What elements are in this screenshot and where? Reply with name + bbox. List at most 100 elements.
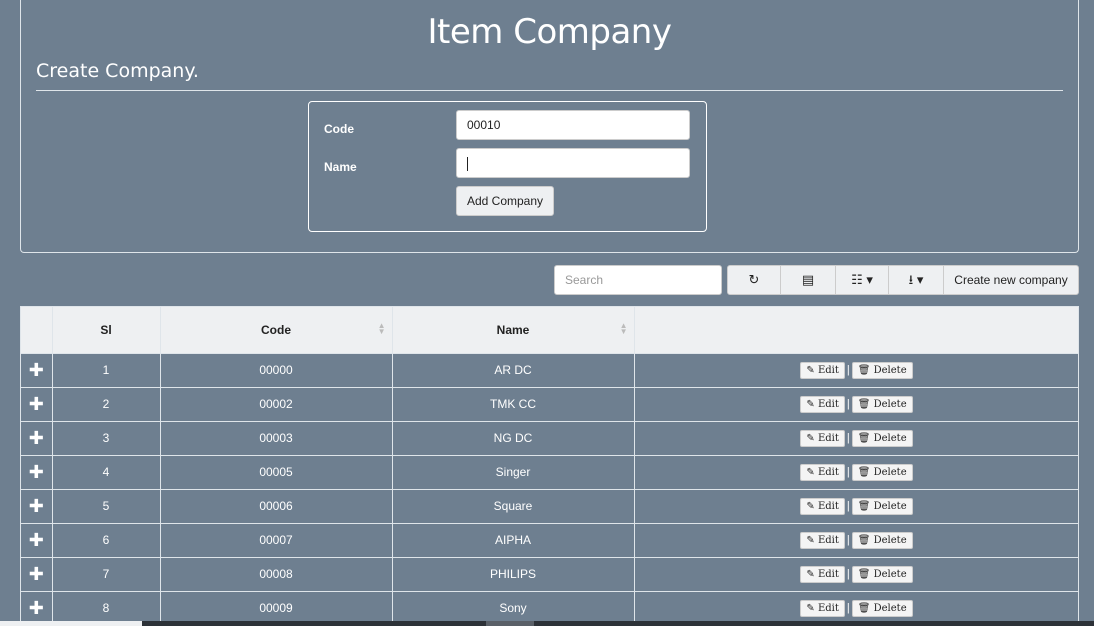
scrollbar-thumb[interactable] [486,621,534,626]
edit-label: Edit [817,466,839,478]
column-header-code[interactable]: Code ▲ ▼ [160,307,393,353]
cell-actions: ✎ Edit | 🗑 Delete [634,522,1078,557]
section-subtitle: Create Company. [36,60,199,82]
table-row: ✚ 4 00005 Singer ✎ Edit | 🗑 Delete [21,454,1078,489]
export-dropdown-button[interactable]: ⭳ ▾ [888,265,944,295]
cell-sl: 8 [52,590,161,625]
edit-button[interactable]: ✎ Edit [800,497,845,515]
delete-label: Delete [873,432,907,444]
expand-row-button[interactable]: ✚ [21,420,53,455]
delete-button[interactable]: 🗑 Delete [851,463,913,481]
plus-icon: ✚ [28,495,44,516]
name-label: Name [324,160,357,174]
edit-label: Edit [817,500,839,512]
delete-button[interactable]: 🗑 Delete [851,497,913,515]
trash-icon: 🗑 [857,364,871,376]
action-separator: | [846,397,850,410]
trash-icon: 🗑 [857,398,871,410]
edit-label: Edit [817,534,839,546]
edit-label: Edit [817,602,839,614]
plus-icon: ✚ [28,393,44,414]
divider [36,90,1063,91]
columns-dropdown-button[interactable]: ☷ ▾ [835,265,889,295]
edit-label: Edit [817,398,839,410]
column-header-code-label: Code [261,322,291,337]
delete-label: Delete [873,568,907,580]
cell-name: PHILIPS [392,556,635,591]
cell-sl: 3 [52,420,161,455]
name-field[interactable] [456,148,690,178]
delete-button[interactable]: 🗑 Delete [851,531,913,549]
expand-row-button[interactable]: ✚ [21,522,53,557]
page-title: Item Company [427,12,672,52]
edit-icon: ✎ [806,568,815,580]
trash-icon: 🗑 [857,432,871,444]
column-header-sl: Sl [52,307,161,353]
delete-button[interactable]: 🗑 Delete [851,361,913,379]
delete-button[interactable]: 🗑 Delete [851,565,913,583]
table-row: ✚ 6 00007 AIPHA ✎ Edit | 🗑 Delete [21,522,1078,557]
plus-icon: ✚ [28,563,44,584]
edit-button[interactable]: ✎ Edit [800,565,845,583]
actions-column-header [634,307,1078,353]
edit-button[interactable]: ✎ Edit [800,429,845,447]
search-input[interactable]: Search [554,265,722,295]
expand-row-button[interactable]: ✚ [21,556,53,591]
export-icon: ⭳ ▾ [908,272,924,287]
delete-label: Delete [873,534,907,546]
delete-button[interactable]: 🗑 Delete [851,395,913,413]
expand-row-button[interactable]: ✚ [21,488,53,523]
delete-label: Delete [873,602,907,614]
company-table: Sl Code ▲ ▼ Name ▲ ▼ ✚ 1 00000 AR DC ✎ Edit | 🗑 De… [20,306,1079,626]
edit-icon: ✎ [806,364,815,376]
plus-icon: ✚ [28,461,44,482]
edit-button[interactable]: ✎ Edit [800,395,845,413]
table-row: ✚ 2 00002 TMK CC ✎ Edit | 🗑 Delete [21,386,1078,421]
expand-row-button[interactable]: ✚ [21,590,53,625]
edit-label: Edit [817,364,839,376]
create-new-company-button[interactable]: Create new company [943,265,1079,295]
cell-code: 00008 [160,556,393,591]
column-header-name[interactable]: Name ▲ ▼ [392,307,635,353]
edit-icon: ✎ [806,398,815,410]
expand-column-header [21,307,53,353]
edit-button[interactable]: ✎ Edit [800,361,845,379]
edit-icon: ✎ [806,534,815,546]
refresh-button[interactable]: ↻ [727,265,781,295]
plus-icon: ✚ [28,359,44,380]
edit-button[interactable]: ✎ Edit [800,531,845,549]
delete-button[interactable]: 🗑 Delete [851,599,913,617]
cell-name: Singer [392,454,635,489]
table-header-row: Sl Code ▲ ▼ Name ▲ ▼ [21,307,1078,353]
toggle-view-button[interactable]: ▤ [780,265,836,295]
code-field[interactable]: 00010 [456,110,690,140]
cell-name: Sony [392,590,635,625]
cell-code: 00007 [160,522,393,557]
table-row: ✚ 1 00000 AR DC ✎ Edit | 🗑 Delete [21,352,1078,387]
cell-code: 00005 [160,454,393,489]
delete-button[interactable]: 🗑 Delete [851,429,913,447]
cell-sl: 6 [52,522,161,557]
cell-code: 00003 [160,420,393,455]
action-separator: | [846,601,850,614]
table-row: ✚ 5 00006 Square ✎ Edit | 🗑 Delete [21,488,1078,523]
cell-name: TMK CC [392,386,635,421]
edit-button[interactable]: ✎ Edit [800,599,845,617]
cell-code: 00002 [160,386,393,421]
expand-row-button[interactable]: ✚ [21,454,53,489]
trash-icon: 🗑 [857,568,871,580]
expand-row-button[interactable]: ✚ [21,352,53,387]
expand-row-button[interactable]: ✚ [21,386,53,421]
company-form: Code 00010 Name Add Company [308,101,707,232]
cell-code: 00009 [160,590,393,625]
edit-button[interactable]: ✎ Edit [800,463,845,481]
horizontal-scrollbar[interactable] [0,621,1094,626]
plus-icon: ✚ [28,427,44,448]
cell-sl: 7 [52,556,161,591]
trash-icon: 🗑 [857,602,871,614]
add-company-button[interactable]: Add Company [456,186,554,216]
action-separator: | [846,533,850,546]
cell-code: 00000 [160,352,393,387]
cell-actions: ✎ Edit | 🗑 Delete [634,352,1078,387]
scrollbar-track-left [0,621,142,626]
